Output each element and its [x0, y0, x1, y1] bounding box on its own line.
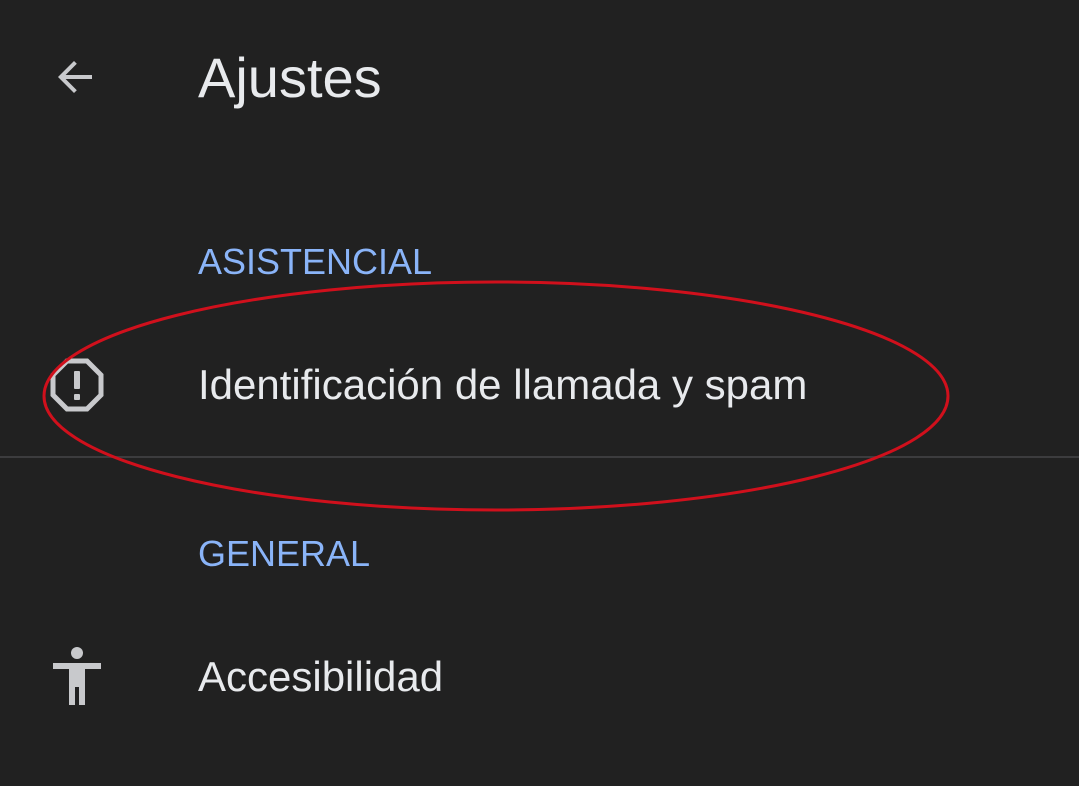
settings-screen: Ajustes ASISTENCIAL Identificación de ll… — [0, 0, 1079, 786]
page-title: Ajustes — [198, 46, 382, 109]
accessibility-icon — [44, 644, 110, 710]
settings-item-label: Identificación de llamada y spam — [198, 361, 808, 408]
section-header-general: GENERAL — [198, 533, 371, 574]
arrow-left-icon — [58, 61, 92, 93]
divider — [0, 456, 1079, 458]
settings-item-accessibility[interactable]: Accesibilidad — [0, 642, 1079, 712]
settings-item-caller-id-spam[interactable]: Identificación de llamada y spam — [0, 350, 1079, 420]
back-button[interactable] — [40, 44, 112, 110]
alert-octagon-icon — [44, 352, 110, 418]
settings-item-label: Accesibilidad — [198, 653, 444, 700]
section-header-asistencial: ASISTENCIAL — [198, 241, 433, 282]
